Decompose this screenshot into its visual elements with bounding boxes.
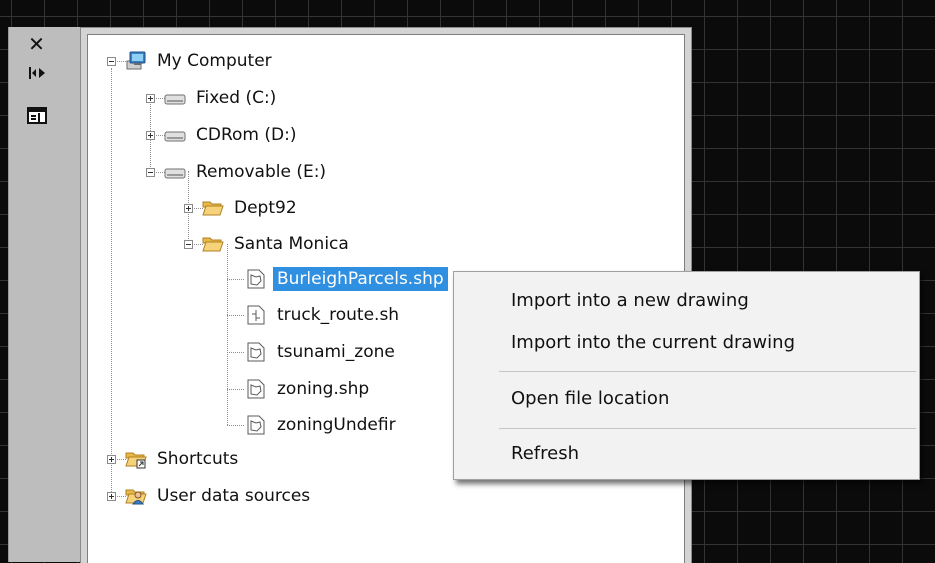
tree-node-label: Santa Monica [234, 234, 349, 254]
tree-node-file[interactable]: zoning.shp [245, 375, 373, 403]
polygon-file-icon [245, 342, 267, 362]
expand-toggle[interactable] [107, 492, 116, 501]
polygon-file-icon [245, 269, 267, 289]
menu-item-open-file-location[interactable]: Open file location [454, 379, 919, 419]
tree-node-file[interactable]: BurleighParcels.shp [245, 265, 448, 293]
line-file-icon [245, 305, 267, 325]
tree-node-dept92[interactable]: Dept92 [202, 194, 301, 222]
menu-item-refresh[interactable]: Refresh [454, 434, 919, 474]
menu-separator [499, 428, 916, 429]
tree-node-label: Fixed (C:) [196, 88, 277, 108]
tree-node-shortcuts[interactable]: Shortcuts [125, 445, 242, 473]
tree-node-removable-drive[interactable]: Removable (E:) [164, 158, 330, 186]
close-icon[interactable]: ✕ [9, 33, 64, 55]
collapse-toggle[interactable] [184, 240, 193, 249]
tree-connector [227, 279, 244, 280]
tree-node-label: Removable (E:) [196, 162, 327, 182]
tree-node-my-computer[interactable]: My Computer [125, 47, 276, 75]
tree-node-fixed-drive[interactable]: Fixed (C:) [164, 84, 280, 112]
properties-icon[interactable] [9, 107, 64, 127]
palette-toolbar-strip: ✕ [8, 27, 81, 562]
tree-node-file[interactable]: zoningUndefir [245, 411, 400, 439]
tree-node-label: truck_route.sh [277, 305, 400, 325]
expand-toggle[interactable] [146, 131, 155, 140]
tree-connector [227, 352, 244, 353]
tree-node-cdrom-drive[interactable]: CDRom (D:) [164, 121, 300, 149]
tree-node-label: tsunami_zone [277, 342, 395, 362]
collapse-toggle[interactable] [146, 168, 155, 177]
drive-icon [164, 162, 186, 182]
folder-open-icon [202, 234, 224, 254]
expand-toggle[interactable] [107, 455, 116, 464]
computer-icon [125, 51, 147, 71]
menu-item-import-new-drawing[interactable]: Import into a new drawing [454, 281, 919, 321]
tree-connector [227, 389, 244, 390]
tree-node-label: zoning.shp [277, 379, 370, 399]
auto-hide-icon[interactable] [9, 65, 64, 85]
tree-node-label: My Computer [157, 51, 272, 71]
drive-icon [164, 88, 186, 108]
tree-connector [111, 68, 112, 496]
tree-node-label: User data sources [157, 486, 311, 506]
tree-connector [227, 244, 228, 425]
collapse-toggle[interactable] [107, 57, 116, 66]
polygon-file-icon [245, 415, 267, 435]
tree-connector [227, 425, 244, 426]
expand-toggle[interactable] [146, 94, 155, 103]
tree-node-label: Shortcuts [157, 449, 239, 469]
tree-node-santa-monica[interactable]: Santa Monica [202, 230, 353, 258]
tree-node-label: BurleighParcels.shp [273, 267, 448, 291]
tree-node-file[interactable]: tsunami_zone [245, 338, 399, 366]
tree-node-user-data-sources[interactable]: User data sources [125, 482, 314, 510]
context-menu: Import into a new drawing Import into th… [453, 271, 920, 480]
tree-node-label: CDRom (D:) [196, 125, 297, 145]
polygon-file-icon [245, 379, 267, 399]
folder-open-icon [202, 198, 224, 218]
tree-node-label: zoningUndefir [277, 415, 396, 435]
menu-item-import-current-drawing[interactable]: Import into the current drawing [454, 323, 919, 363]
expand-toggle[interactable] [184, 204, 193, 213]
tree-node-label: Dept92 [234, 198, 297, 218]
drive-icon [164, 125, 186, 145]
menu-separator [499, 371, 916, 372]
tree-connector [227, 315, 244, 316]
tree-node-file[interactable]: truck_route.sh [245, 301, 403, 329]
shortcut-folder-icon [125, 449, 147, 469]
user-folder-icon [125, 486, 147, 506]
